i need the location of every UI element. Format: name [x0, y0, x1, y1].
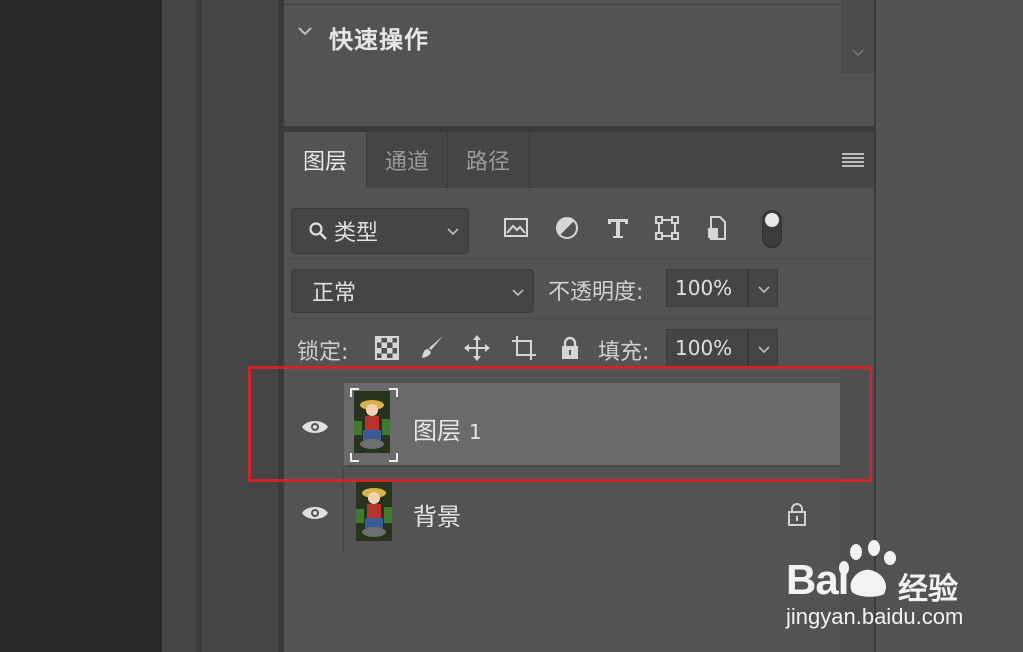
- chevron-down-icon: [447, 228, 459, 236]
- selection-highlight: [248, 366, 872, 482]
- lock-icon[interactable]: [786, 502, 808, 526]
- divider: [284, 318, 874, 319]
- lock-position-icon[interactable]: [463, 334, 491, 362]
- fill-label: 填充:: [598, 340, 650, 365]
- lock-artboard-icon[interactable]: [510, 334, 538, 362]
- toggle-knob: [765, 213, 779, 227]
- lock-image-pixels-icon[interactable]: [418, 334, 446, 362]
- layer-thumbnail: [356, 479, 392, 541]
- tab-paths[interactable]: 路径: [447, 132, 530, 188]
- eye-icon[interactable]: [301, 504, 329, 522]
- tab-channels[interactable]: 通道: [366, 132, 448, 188]
- filter-kind-select[interactable]: 类型: [291, 208, 469, 254]
- lock-all-icon[interactable]: [556, 334, 584, 362]
- chevron-down-icon[interactable]: [850, 44, 866, 60]
- scrollbar[interactable]: [841, 0, 874, 73]
- opacity-dropdown[interactable]: [748, 269, 778, 307]
- chevron-down-icon: [512, 289, 524, 297]
- quick-actions-title[interactable]: 快速操作: [329, 20, 429, 55]
- fill-input[interactable]: 100%: [666, 329, 748, 367]
- shape-filter-icon[interactable]: [653, 214, 681, 242]
- chevron-down-icon: [758, 346, 770, 354]
- panel-strip: [202, 0, 278, 652]
- lock-label: 锁定:: [297, 340, 349, 365]
- chevron-down-icon: [758, 286, 770, 294]
- canvas-area: [0, 0, 162, 652]
- divider: [284, 258, 874, 259]
- opacity-input[interactable]: 100%: [666, 269, 748, 307]
- blend-mode-select[interactable]: 正常: [291, 269, 534, 313]
- divider: [284, 4, 840, 5]
- layer-name[interactable]: 背景: [413, 497, 461, 532]
- filter-toggle[interactable]: [762, 210, 782, 248]
- opacity-label: 不透明度:: [548, 280, 644, 305]
- adjustment-filter-icon[interactable]: [553, 214, 581, 242]
- tab-layers[interactable]: 图层: [284, 132, 366, 188]
- character-thumbnail: [356, 479, 392, 541]
- lock-transparent-pixels-icon[interactable]: [373, 334, 401, 362]
- watermark-url: jingyan.baidu.com: [786, 604, 964, 629]
- blend-mode-value: 正常: [312, 281, 357, 306]
- watermark-brand-text: Bai: [786, 556, 849, 603]
- watermark-brand: Bai du: [786, 556, 927, 604]
- panel-strip: [162, 0, 196, 652]
- fill-dropdown[interactable]: [748, 329, 778, 367]
- type-filter-icon[interactable]: [604, 214, 632, 242]
- quick-actions-panel: [284, 0, 874, 126]
- search-icon: [309, 222, 327, 240]
- chevron-down-icon[interactable]: [296, 22, 314, 40]
- smart-object-filter-icon[interactable]: [703, 214, 731, 242]
- image-filter-icon[interactable]: [502, 214, 530, 242]
- filter-kind-label: 类型: [334, 221, 379, 246]
- panel-menu-icon[interactable]: [842, 152, 864, 168]
- watermark-cn: 经验: [898, 572, 958, 607]
